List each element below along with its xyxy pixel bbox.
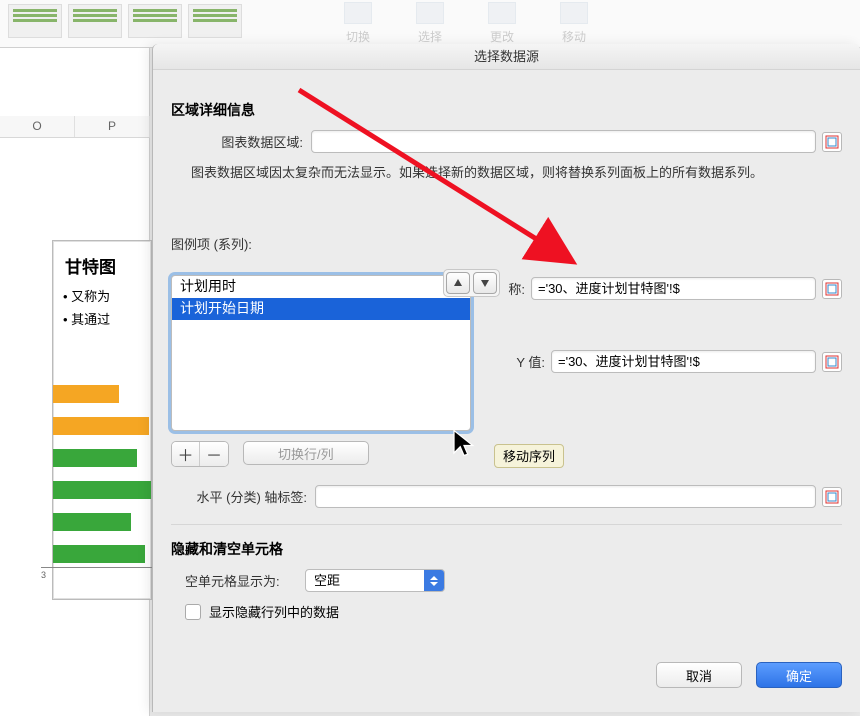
range-label: 图表数据区域: bbox=[171, 132, 303, 151]
switch-row-col-button[interactable]: 切换行/列 bbox=[243, 441, 369, 465]
range-ref-button[interactable] bbox=[822, 132, 842, 152]
series-move-buttons bbox=[443, 269, 500, 297]
dialog-footer: 取消 确定 bbox=[656, 662, 842, 688]
add-series-button[interactable]: ＋ bbox=[172, 442, 200, 466]
select-data-source-dialog: 选择数据源 区域详细信息 图表数据区域: 图表数据区域因太复杂而无法显示。如果选… bbox=[152, 44, 860, 712]
ribbon: 切换 选择 更改 移动 bbox=[0, 0, 860, 48]
show-hidden-checkbox[interactable] bbox=[185, 604, 201, 620]
spreadsheet-background: O P 甘特图 • 又称为 • 其通过 3 5 bbox=[0, 48, 150, 716]
embedded-chart: 甘特图 • 又称为 • 其通过 3 5 bbox=[52, 240, 152, 600]
remove-series-button[interactable]: － bbox=[200, 442, 228, 466]
move-series-tooltip: 移动序列 bbox=[494, 444, 564, 468]
move-down-button[interactable] bbox=[473, 272, 497, 294]
region-heading: 区域详细信息 bbox=[171, 100, 842, 120]
series-add-remove: ＋ － bbox=[171, 441, 229, 467]
col-o: O bbox=[0, 116, 75, 137]
series-item[interactable]: 计划用时 bbox=[172, 276, 470, 298]
show-hidden-label: 显示隐藏行列中的数据 bbox=[209, 602, 339, 621]
axis-label: 水平 (分类) 轴标签: bbox=[171, 487, 307, 506]
ribbon-switch[interactable]: 切换 bbox=[332, 2, 384, 45]
y-value-label: Y 值: bbox=[497, 352, 545, 371]
legend-label: 图例项 (系列): bbox=[171, 234, 842, 253]
chart-title: 甘特图 bbox=[53, 241, 151, 284]
chart-range-input[interactable] bbox=[311, 130, 816, 153]
empty-cells-select[interactable]: 空距 bbox=[305, 569, 445, 592]
series-name-label: 称: bbox=[497, 279, 525, 298]
ribbon-move[interactable]: 移动 bbox=[548, 2, 600, 45]
range-warning: 图表数据区域因太复杂而无法显示。如果选择新的数据区域，则将替换系列面板上的所有数… bbox=[191, 163, 842, 183]
dropdown-caret-icon bbox=[424, 570, 444, 591]
series-name-ref-button[interactable] bbox=[822, 279, 842, 299]
y-value-input[interactable]: ='30、进度计划甘特图'!$ bbox=[551, 350, 816, 373]
series-name-input[interactable]: ='30、进度计划甘特图'!$ bbox=[531, 277, 816, 300]
ribbon-change[interactable]: 更改 bbox=[476, 2, 528, 45]
ribbon-select[interactable]: 选择 bbox=[404, 2, 456, 45]
hidden-heading: 隐藏和清空单元格 bbox=[171, 539, 842, 559]
axis-labels-input[interactable] bbox=[315, 485, 816, 508]
empty-cells-label: 空单元格显示为: bbox=[185, 571, 305, 590]
cancel-button[interactable]: 取消 bbox=[656, 662, 742, 688]
ok-button[interactable]: 确定 bbox=[756, 662, 842, 688]
series-item-selected[interactable]: 计划开始日期 bbox=[172, 298, 470, 320]
move-up-button[interactable] bbox=[446, 272, 470, 294]
y-value-ref-button[interactable] bbox=[822, 352, 842, 372]
dialog-title: 选择数据源 bbox=[153, 44, 860, 70]
series-listbox[interactable]: 计划用时 计划开始日期 bbox=[171, 275, 471, 431]
chart-thumbnails bbox=[8, 4, 268, 42]
axis-ref-button[interactable] bbox=[822, 487, 842, 507]
col-p: P bbox=[75, 116, 150, 137]
